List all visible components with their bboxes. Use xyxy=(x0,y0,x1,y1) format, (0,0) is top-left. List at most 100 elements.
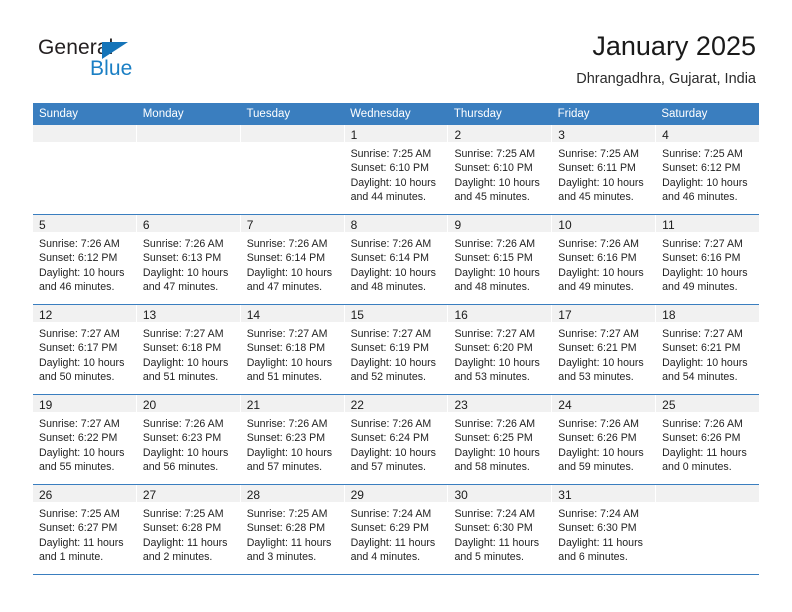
daylight-text-line1: Daylight: 10 hours xyxy=(39,356,125,369)
sunrise-text: Sunrise: 7:26 AM xyxy=(39,238,120,250)
weekday-header-row: Sunday Monday Tuesday Wednesday Thursday Frid… xyxy=(33,103,759,124)
calendar-day-cell[interactable]: 16 Sunrise: 7:27 AM Sunset: 6:20 PM Dayligh… xyxy=(448,305,553,394)
calendar-day-cell[interactable]: 17 Sunrise: 7:27 AM Sunset: 6:21 PM Dayligh… xyxy=(552,305,657,394)
sunset-text: Sunset: 6:30 PM xyxy=(558,522,637,535)
day-number-strip: 26 xyxy=(33,485,136,502)
calendar-day-cell[interactable]: 30 Sunrise: 7:24 AM Sunset: 6:30 PM Dayligh… xyxy=(448,485,553,574)
sunrise-text: Sunrise: 7:26 AM xyxy=(142,418,224,430)
daylight-text-line1: Daylight: 10 hours xyxy=(350,266,436,279)
generalblue-logo: General Blue xyxy=(38,36,218,86)
calendar-day-cell[interactable]: 10 Sunrise: 7:26 AM Sunset: 6:16 PM Dayligh… xyxy=(552,215,657,304)
day-number: 20 xyxy=(142,398,157,412)
day-number: 6 xyxy=(142,218,150,232)
calendar-day-cell[interactable]: 12 Sunrise: 7:27 AM Sunset: 6:17 PM Dayligh… xyxy=(33,305,137,394)
calendar-weeks: 1 Sunrise: 7:25 AM Sunset: 6:10 PM Daylight… xyxy=(33,124,760,575)
daylight-text-line2: and 55 minutes. xyxy=(39,460,115,473)
calendar-day-cell[interactable]: 1 Sunrise: 7:25 AM Sunset: 6:10 PM Daylight… xyxy=(344,125,449,214)
day-number: 27 xyxy=(142,488,157,502)
day-number-strip: 13 xyxy=(136,305,240,322)
day-details: Sunrise: 7:26 AM Sunset: 6:24 PM Daylight:… xyxy=(345,412,448,474)
calendar-day-cell[interactable]: 31 Sunrise: 7:24 AM Sunset: 6:30 PM Dayligh… xyxy=(552,485,657,574)
calendar-day-cell[interactable]: 14 Sunrise: 7:27 AM Sunset: 6:18 PM Dayligh… xyxy=(240,305,345,394)
daylight-text-line2: and 6 minutes. xyxy=(558,550,628,563)
sunrise-text: Sunrise: 7:26 AM xyxy=(454,238,536,250)
sunset-text: Sunset: 6:26 PM xyxy=(558,432,637,445)
calendar-day-cell[interactable]: 15 Sunrise: 7:27 AM Sunset: 6:19 PM Dayligh… xyxy=(344,305,449,394)
sunrise-text: Sunrise: 7:25 AM xyxy=(39,508,120,520)
day-details: Sunrise: 7:27 AM Sunset: 6:20 PM Daylight:… xyxy=(448,322,551,384)
day-number: 12 xyxy=(39,308,53,322)
sunrise-text: Sunrise: 7:26 AM xyxy=(662,418,743,430)
calendar-day-cell[interactable]: 19 Sunrise: 7:27 AM Sunset: 6:22 PM Dayligh… xyxy=(33,395,137,484)
calendar-day-cell-empty xyxy=(33,125,137,214)
calendar-day-cell[interactable]: 6 Sunrise: 7:26 AM Sunset: 6:13 PM Daylight… xyxy=(136,215,241,304)
calendar-day-cell[interactable]: 7 Sunrise: 7:26 AM Sunset: 6:14 PM Daylight… xyxy=(240,215,345,304)
daylight-text-line2: and 2 minutes. xyxy=(142,550,213,563)
calendar-day-cell[interactable]: 23 Sunrise: 7:26 AM Sunset: 6:25 PM Dayligh… xyxy=(448,395,553,484)
calendar-day-cell[interactable]: 26 Sunrise: 7:25 AM Sunset: 6:27 PM Dayligh… xyxy=(33,485,137,574)
sunrise-text: Sunrise: 7:27 AM xyxy=(558,328,639,340)
day-number-strip: 18 xyxy=(656,305,760,322)
sunset-text: Sunset: 6:17 PM xyxy=(39,342,118,355)
weekday-header-tuesday: Tuesday xyxy=(246,108,291,120)
calendar-day-cell[interactable]: 21 Sunrise: 7:26 AM Sunset: 6:23 PM Dayligh… xyxy=(240,395,345,484)
daylight-text-line1: Daylight: 10 hours xyxy=(246,356,333,369)
sunset-text: Sunset: 6:16 PM xyxy=(558,252,637,265)
sunrise-text: Sunrise: 7:26 AM xyxy=(454,418,536,430)
day-number: 8 xyxy=(350,218,358,232)
day-number: 9 xyxy=(454,218,462,232)
daylight-text-line2: and 48 minutes. xyxy=(350,280,426,293)
day-details: Sunrise: 7:26 AM Sunset: 6:25 PM Daylight:… xyxy=(448,412,551,474)
sunrise-text: Sunrise: 7:27 AM xyxy=(662,328,743,340)
day-number-strip: 30 xyxy=(448,485,552,502)
day-number: 26 xyxy=(39,488,53,502)
sunset-text: Sunset: 6:23 PM xyxy=(246,432,326,445)
calendar-day-cell-empty xyxy=(136,125,241,214)
sunrise-text: Sunrise: 7:26 AM xyxy=(246,238,328,250)
day-details: Sunrise: 7:26 AM Sunset: 6:15 PM Daylight:… xyxy=(448,232,551,294)
sunset-text: Sunset: 6:27 PM xyxy=(39,522,118,535)
calendar-day-cell[interactable]: 27 Sunrise: 7:25 AM Sunset: 6:28 PM Dayligh… xyxy=(136,485,241,574)
day-details: Sunrise: 7:25 AM Sunset: 6:28 PM Daylight:… xyxy=(137,502,240,564)
calendar-day-cell[interactable]: 25 Sunrise: 7:26 AM Sunset: 6:26 PM Dayligh… xyxy=(656,395,760,484)
calendar-day-cell[interactable]: 11 Sunrise: 7:27 AM Sunset: 6:16 PM Dayligh… xyxy=(656,215,760,304)
day-number-strip: 10 xyxy=(552,215,656,232)
day-details: Sunrise: 7:24 AM Sunset: 6:29 PM Daylight:… xyxy=(345,502,448,564)
calendar-day-cell[interactable]: 4 Sunrise: 7:25 AM Sunset: 6:12 PM Daylight… xyxy=(656,125,760,214)
calendar-day-cell[interactable]: 5 Sunrise: 7:26 AM Sunset: 6:12 PM Daylight… xyxy=(33,215,137,304)
sunset-text: Sunset: 6:20 PM xyxy=(454,342,533,355)
day-number: 10 xyxy=(558,218,572,232)
day-number: 13 xyxy=(142,308,157,322)
daylight-text-line2: and 53 minutes. xyxy=(558,370,634,383)
calendar-day-cell[interactable]: 8 Sunrise: 7:26 AM Sunset: 6:14 PM Daylight… xyxy=(344,215,449,304)
calendar-day-cell[interactable]: 29 Sunrise: 7:24 AM Sunset: 6:29 PM Dayligh… xyxy=(344,485,449,574)
calendar-day-cell[interactable]: 28 Sunrise: 7:25 AM Sunset: 6:28 PM Dayligh… xyxy=(240,485,345,574)
sunrise-text: Sunrise: 7:24 AM xyxy=(350,508,432,520)
calendar-day-cell[interactable]: 20 Sunrise: 7:26 AM Sunset: 6:23 PM Dayligh… xyxy=(136,395,241,484)
day-number-strip: 2 xyxy=(448,125,552,142)
day-details: Sunrise: 7:24 AM Sunset: 6:30 PM Daylight:… xyxy=(552,502,655,564)
day-number-strip xyxy=(240,125,344,142)
day-number: 1 xyxy=(350,128,358,142)
daylight-text-line2: and 59 minutes. xyxy=(558,460,634,473)
calendar-day-cell[interactable]: 9 Sunrise: 7:26 AM Sunset: 6:15 PM Daylight… xyxy=(448,215,553,304)
daylight-text-line2: and 53 minutes. xyxy=(454,370,530,383)
calendar-day-cell[interactable]: 13 Sunrise: 7:27 AM Sunset: 6:18 PM Dayligh… xyxy=(136,305,241,394)
logo-text-blue: Blue xyxy=(90,57,133,80)
calendar-day-cell[interactable]: 22 Sunrise: 7:26 AM Sunset: 6:24 PM Dayligh… xyxy=(344,395,449,484)
day-details: Sunrise: 7:27 AM Sunset: 6:19 PM Daylight:… xyxy=(345,322,448,384)
daylight-text-line1: Daylight: 10 hours xyxy=(142,266,229,279)
daylight-text-line1: Daylight: 10 hours xyxy=(39,446,125,459)
calendar-day-cell[interactable]: 24 Sunrise: 7:26 AM Sunset: 6:26 PM Dayligh… xyxy=(552,395,657,484)
sunset-text: Sunset: 6:21 PM xyxy=(662,342,741,355)
calendar-day-cell[interactable]: 3 Sunrise: 7:25 AM Sunset: 6:11 PM Daylight… xyxy=(552,125,657,214)
daylight-text-line1: Daylight: 11 hours xyxy=(142,536,228,549)
title-block: January 2025 Dhrangadhra, Gujarat, India xyxy=(576,30,756,88)
sunrise-text: Sunrise: 7:27 AM xyxy=(39,418,120,430)
calendar-day-cell[interactable]: 18 Sunrise: 7:27 AM Sunset: 6:21 PM Dayligh… xyxy=(656,305,760,394)
sunrise-text: Sunrise: 7:24 AM xyxy=(558,508,639,520)
sunset-text: Sunset: 6:28 PM xyxy=(142,522,222,535)
day-number: 17 xyxy=(558,308,572,322)
calendar-day-cell[interactable]: 2 Sunrise: 7:25 AM Sunset: 6:10 PM Daylight… xyxy=(448,125,553,214)
day-number: 28 xyxy=(246,488,261,502)
